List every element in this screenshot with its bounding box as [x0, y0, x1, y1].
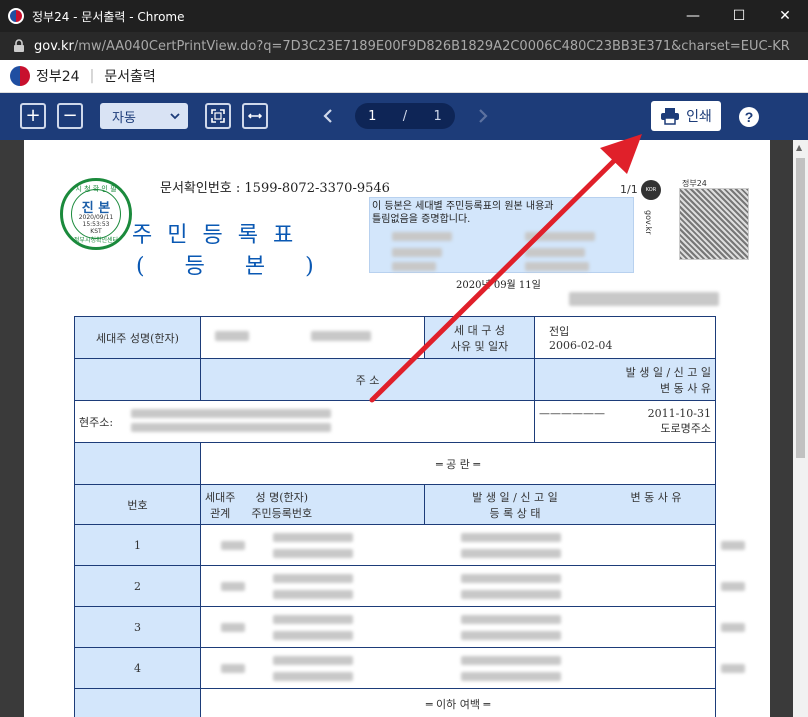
row-number: 2: [74, 565, 201, 607]
redacted-text: [392, 232, 452, 241]
member-row: [200, 565, 745, 607]
page-separator: /: [402, 108, 408, 124]
head-name-label: 세대주 성명(한자): [74, 316, 201, 359]
page-current[interactable]: 1: [368, 109, 376, 124]
zoom-in-button[interactable]: +: [20, 103, 46, 129]
page-total: 1: [433, 108, 442, 124]
header-separator: |: [89, 68, 95, 84]
plus-icon: +: [25, 105, 41, 126]
blank-marker: ═ 공 란 ═: [200, 442, 716, 485]
current-address-row: 현주소:: [74, 400, 535, 443]
minimize-button[interactable]: —: [670, 0, 716, 32]
col-no: 번호: [74, 484, 201, 525]
issue-date: 2020년 09월 11일: [456, 280, 541, 291]
document-viewer[interactable]: 시 청 확 인 필 진 본 2020/09/11 15:53:53 KST 정부…: [0, 140, 808, 717]
member-row: [200, 647, 745, 689]
verification-seal: 시 청 확 인 필 진 본 2020/09/11 15:53:53 KST 정부…: [60, 178, 132, 250]
seal-top-text: 시 청 확 인 필: [75, 185, 117, 193]
document-subtitle: (등본): [136, 254, 354, 279]
chevron-left-icon: [323, 109, 332, 123]
scrollbar-thumb[interactable]: [796, 158, 805, 458]
end-marker: ═ 이하 여백 ═: [200, 688, 716, 717]
lock-icon: [14, 39, 24, 52]
row-number: 3: [74, 606, 201, 648]
row-number: 4: [74, 647, 201, 689]
document-number: 문서확인번호 : 1599-8072-3370-9546: [160, 181, 390, 196]
redacted-text: [525, 262, 589, 271]
fit-width-button[interactable]: [242, 103, 268, 129]
cert-statement: 이 등본은 세대별 주민등록표의 원본 내용과 틀림없음을 증명합니다.: [372, 201, 554, 225]
col-date-change: 발 생 일 / 신 고 일등 록 상 태 변 동 사 유: [424, 484, 716, 525]
help-question-icon: ?: [745, 109, 754, 125]
page-name: 문서출력: [104, 69, 156, 85]
help-button[interactable]: ?: [738, 106, 760, 128]
url-domain[interactable]: gov.kr: [34, 39, 74, 54]
redacted-text: [392, 262, 436, 271]
document-page: 시 청 확 인 필 진 본 2020/09/11 15:53:53 KST 정부…: [24, 140, 770, 717]
redacted-text: [392, 248, 442, 257]
current-address-date: —————— 2011-10-31 도로명주소: [534, 400, 716, 443]
gov24-favicon-icon: [8, 8, 24, 24]
head-reason-label: 세 대 구 성 사유 및 일자: [424, 316, 535, 359]
current-address-label: 현주소:: [79, 415, 114, 429]
page-indicator[interactable]: 1 / 1: [355, 103, 455, 129]
head-name-value: [200, 316, 425, 359]
fit-width-icon: [247, 113, 263, 119]
maximize-button[interactable]: ☐: [716, 0, 762, 32]
print-button[interactable]: 인쇄: [651, 101, 721, 131]
resident-registration-table: 세대주 성명(한자) 세 대 구 성 사유 및 일자 전입 2006-02-04…: [74, 316, 745, 717]
member-row: [200, 524, 745, 566]
page-fraction: 1/1: [620, 183, 638, 196]
chevron-down-icon: [170, 113, 180, 120]
gov24-logo-icon: [10, 66, 30, 86]
vertical-scrollbar[interactable]: ▲: [793, 140, 808, 717]
redacted-text: [525, 248, 585, 257]
zoom-out-button[interactable]: −: [57, 103, 83, 129]
col-relation-name: 세대주 관계 성 명(한자) 주민등록번호: [200, 484, 425, 525]
window-titlebar: 정부24 - 문서출력 - Chrome — ☐ ✕: [0, 0, 808, 32]
address-header: 주 소: [200, 358, 535, 401]
date-header: 발 생 일 / 신 고 일 변 동 사 유: [534, 358, 716, 401]
redacted-text: [525, 232, 595, 241]
address-bar[interactable]: gov.kr /mw/AA040CertPrintView.do?q=7D3C2…: [0, 32, 808, 60]
document-title: 주민등록표: [132, 223, 309, 248]
window-controls: — ☐ ✕: [670, 0, 808, 32]
print-label: 인쇄: [686, 109, 712, 125]
member-row: [200, 606, 745, 648]
viewer-toolbar: + − 자동 1 / 1 인쇄: [0, 93, 808, 140]
qr-code: [679, 188, 749, 260]
side-url: gov.kr: [644, 210, 653, 235]
minus-icon: −: [62, 105, 78, 126]
prev-page-button[interactable]: [316, 104, 340, 128]
url-path[interactable]: /mw/AA040CertPrintView.do?q=7D3C23E7189E…: [74, 39, 790, 54]
head-reason-value: 전입 2006-02-04: [534, 316, 716, 359]
korea-mark-icon: KOR: [641, 180, 661, 200]
scroll-up-icon[interactable]: ▲: [796, 143, 802, 152]
app-header: 정부24 | 문서출력: [0, 60, 808, 93]
printer-icon: [661, 108, 680, 125]
fit-page-button[interactable]: [205, 103, 231, 129]
fit-page-icon: [211, 109, 225, 123]
seal-bottom-text: 정부시청확인센터: [73, 237, 119, 244]
window-title: 정부24 - 문서출력 - Chrome: [32, 9, 185, 24]
next-page-button[interactable]: [471, 104, 495, 128]
zoom-value: 자동: [112, 110, 136, 126]
seal-date: 2020/09/11 15:53:53 KST: [78, 214, 114, 235]
chevron-right-icon: [479, 109, 488, 123]
zoom-select[interactable]: 자동: [100, 103, 188, 129]
row-number: 1: [74, 524, 201, 566]
brand-name: 정부24: [36, 69, 80, 85]
redacted-text: [569, 292, 719, 306]
certification-box: 이 등본은 세대별 주민등록표의 원본 내용과 틀림없음을 증명합니다.: [369, 197, 634, 273]
close-button[interactable]: ✕: [762, 0, 808, 32]
